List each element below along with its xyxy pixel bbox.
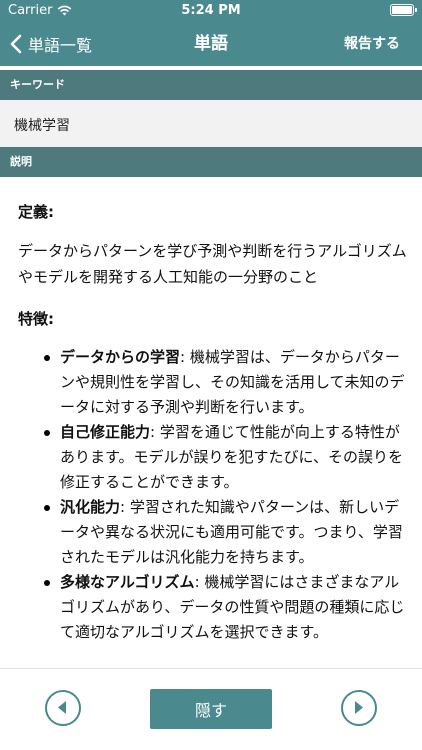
back-button[interactable]: 単語一覧	[10, 22, 92, 66]
arrow-right-circle-icon	[355, 701, 363, 714]
report-button[interactable]: 報告する	[344, 22, 400, 66]
hide-button[interactable]: 隠す	[150, 689, 272, 729]
navigation-bar: 単語一覧 単語 報告する	[0, 22, 422, 66]
status-bar: Carrier 5:24 PM	[0, 0, 422, 22]
description-content[interactable]: 定義: データからパターンを学び予測や判断を行うアルゴリズムやモデルを開発する人…	[0, 177, 422, 668]
list-item: 多様なアルゴリズム: 機械学習にはさまざまなアルゴリズムがあり、データの性質や問…	[18, 570, 408, 645]
keyword-section-header: キーワード	[0, 70, 422, 100]
battery-icon	[390, 4, 417, 16]
list-item: 汎化能力: 学習された知識やパターンは、新しいデータや異なる状況にも適用可能です…	[18, 495, 408, 570]
feature-term: 汎化能力	[60, 498, 121, 516]
features-heading: 特徴:	[18, 310, 54, 328]
description-section-header: 説明	[0, 147, 422, 177]
keyword-value: 機械学習	[0, 100, 422, 147]
back-button-label: 単語一覧	[28, 36, 93, 55]
status-time: 5:24 PM	[181, 3, 241, 18]
feature-term: データからの学習	[60, 348, 181, 366]
previous-button[interactable]	[45, 690, 81, 726]
list-item: 自己修正能力: 学習を通じて性能が向上する特性があります。モデルが誤りを犯すたび…	[18, 420, 408, 495]
list-item: データからの学習: 機械学習は、データからパターンや規則性を学習し、その知識を活…	[18, 345, 408, 420]
chevron-left-icon	[10, 34, 22, 54]
definition-text: データからパターンを学び予測や判断を行うアルゴリズムやモデルを開発する人工知能の…	[18, 242, 407, 286]
arrow-left-circle-icon	[58, 701, 66, 714]
bottom-toolbar: 隠す	[0, 668, 422, 750]
feature-term: 自己修正能力	[60, 423, 151, 441]
definition-heading: 定義:	[18, 203, 54, 221]
next-button[interactable]	[341, 690, 377, 726]
features-list: データからの学習: 機械学習は、データからパターンや規則性を学習し、その知識を活…	[18, 345, 408, 645]
feature-term: 多様なアルゴリズム	[60, 573, 195, 591]
